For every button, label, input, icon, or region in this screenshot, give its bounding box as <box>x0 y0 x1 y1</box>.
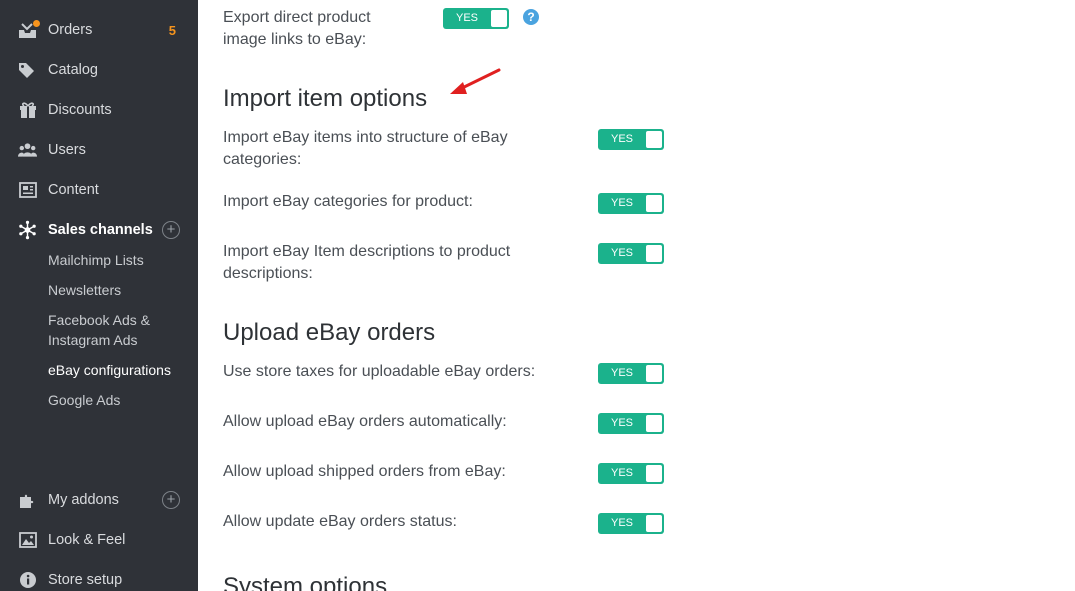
image-icon <box>18 531 37 550</box>
sidebar-item-label: Users <box>48 142 86 158</box>
toggle-knob <box>646 515 662 532</box>
tag-icon <box>18 61 37 80</box>
info-icon <box>18 571 37 590</box>
export-image-links-label: Export direct product image links to eBa… <box>223 9 371 48</box>
sidebar-item-label: My addons <box>48 492 119 508</box>
sidebar-item-discounts[interactable]: Discounts <box>0 90 198 130</box>
newspaper-icon <box>18 181 37 200</box>
sidebar-subitem-google-ads[interactable]: Google Ads <box>48 390 188 410</box>
puzzle-icon <box>18 491 37 510</box>
sidebar-item-look-feel[interactable]: Look & Feel <box>0 520 198 560</box>
sidebar-subitem-ebay[interactable]: eBay configurations <box>48 360 188 380</box>
use-store-taxes-label: Use store taxes for uploadable eBay orde… <box>223 363 536 380</box>
import-item-options-heading: Import item options <box>223 85 428 112</box>
sidebar-item-catalog[interactable]: Catalog <box>0 50 198 90</box>
sidebar-item-label: Content <box>48 182 99 198</box>
toggle-text: YES <box>610 247 633 259</box>
import-ebay-structure-label: Import eBay items into structure of eBay… <box>223 129 508 168</box>
sidebar-item-label: Orders <box>48 22 93 38</box>
notification-dot <box>33 20 40 27</box>
upload-orders-automatically-toggle[interactable]: YES <box>598 413 664 434</box>
toggle-knob <box>646 465 662 482</box>
system-options-heading: System options <box>223 573 388 591</box>
export-image-links-toggle[interactable]: YES <box>443 8 509 29</box>
users-icon <box>18 141 37 160</box>
orders-count-badge: 5 <box>168 22 176 38</box>
upload-shipped-orders-toggle[interactable]: YES <box>598 463 664 484</box>
upload-orders-automatically-label: Allow upload eBay orders automatically: <box>223 413 507 430</box>
toggle-knob <box>646 245 662 262</box>
toggle-knob <box>646 365 662 382</box>
toggle-knob <box>646 415 662 432</box>
sidebar-item-label: Sales channels <box>48 222 153 238</box>
main-content: Export direct product image links to eBa… <box>198 0 1075 591</box>
import-ebay-structure-toggle[interactable]: YES <box>598 129 664 150</box>
add-addon-button[interactable]: + <box>162 491 180 509</box>
import-ebay-descriptions-toggle[interactable]: YES <box>598 243 664 264</box>
sidebar-subitem-mailchimp[interactable]: Mailchimp Lists <box>48 250 188 270</box>
import-ebay-categories-toggle[interactable]: YES <box>598 193 664 214</box>
sidebar-item-content[interactable]: Content <box>0 170 198 210</box>
use-store-taxes-toggle[interactable]: YES <box>598 363 664 384</box>
add-sales-channel-button[interactable]: + <box>162 221 180 239</box>
upload-shipped-orders-label: Allow upload shipped orders from eBay: <box>223 463 506 480</box>
import-ebay-descriptions-label: Import eBay Item descriptions to product… <box>223 243 511 282</box>
sidebar-item-label: Catalog <box>48 62 98 78</box>
toggle-text: YES <box>610 133 633 145</box>
sidebar-item-label: Discounts <box>48 102 112 118</box>
toggle-text: YES <box>610 367 633 379</box>
import-ebay-categories-label: Import eBay categories for product: <box>223 193 473 210</box>
toggle-knob <box>491 10 507 27</box>
toggle-knob <box>646 195 662 212</box>
sidebar-item-label: Store setup <box>48 572 123 588</box>
red-arrow-annotation <box>450 68 501 94</box>
sidebar-item-users[interactable]: Users <box>0 130 198 170</box>
update-orders-status-toggle[interactable]: YES <box>598 513 664 534</box>
toggle-text: YES <box>610 197 633 209</box>
sidebar-item-label: Look & Feel <box>48 532 126 548</box>
sidebar-item-store-setup[interactable]: Store setup <box>0 560 198 591</box>
sidebar-subitem-facebook-ads[interactable]: Facebook Ads & Instagram Ads <box>48 310 188 350</box>
sidebar-item-sales-channels[interactable]: Sales channels + <box>0 210 198 250</box>
sidebar: Orders 5 Catalog Discounts Users Content… <box>0 0 198 591</box>
toggle-text: YES <box>610 417 633 429</box>
toggle-text: YES <box>610 467 633 479</box>
toggle-text: YES <box>455 12 478 24</box>
sidebar-item-my-addons[interactable]: My addons + <box>0 480 198 520</box>
update-orders-status-label: Allow update eBay orders status: <box>223 513 457 530</box>
gift-icon <box>18 101 37 120</box>
toggle-knob <box>646 131 662 148</box>
sidebar-item-orders[interactable]: Orders 5 <box>0 10 198 50</box>
toggle-text: YES <box>610 517 633 529</box>
network-icon <box>18 220 37 240</box>
upload-ebay-orders-heading: Upload eBay orders <box>223 319 436 346</box>
sidebar-subitem-newsletters[interactable]: Newsletters <box>48 280 188 300</box>
help-icon[interactable]: ? <box>523 9 539 25</box>
